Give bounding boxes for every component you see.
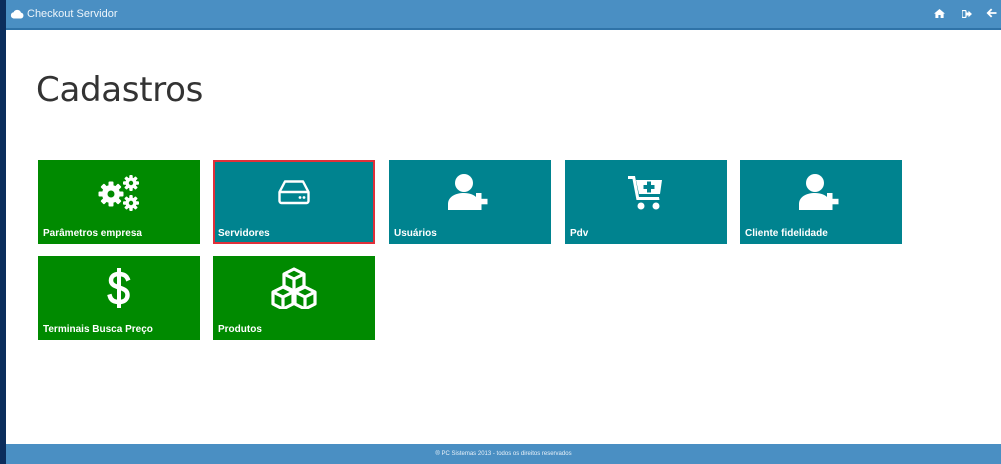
tile-label: Pdv: [570, 228, 589, 239]
user-plus-icon: [389, 172, 551, 212]
back-button[interactable]: [981, 0, 1001, 29]
gears-icon: [38, 172, 200, 212]
tile-label: Parâmetros empresa: [43, 228, 142, 239]
top-navbar: Checkout Servidor: [6, 0, 1001, 30]
tile-label: Cliente fidelidade: [745, 228, 828, 239]
dollar-icon: [38, 268, 200, 308]
cart-plus-icon: [565, 172, 727, 212]
page-title: Cadastros: [36, 70, 204, 110]
cubes-icon: [213, 267, 375, 309]
user-plus-icon: [740, 172, 902, 212]
app-title: Checkout Servidor: [27, 8, 118, 20]
tile-label: Produtos: [218, 324, 262, 335]
app-window: Checkout Servidor Cadastros Parâmetros e…: [0, 0, 1001, 464]
footer-copyright: ® PC Sistemas 2013 - todos os direitos r…: [435, 451, 572, 457]
cloud-icon: [10, 9, 24, 19]
tile-cliente-fidelidade[interactable]: Cliente fidelidade: [740, 160, 902, 244]
tile-terminais-busca-preco[interactable]: Terminais Busca Preço: [38, 256, 200, 340]
arrow-left-icon: [986, 5, 997, 23]
tile-usuarios[interactable]: Usuários: [389, 160, 551, 244]
tile-label: Terminais Busca Preço: [43, 324, 153, 335]
tile-servidores[interactable]: Servidores: [213, 160, 375, 244]
app-brand-link[interactable]: Checkout Servidor: [6, 8, 118, 20]
hard-drive-icon: [215, 172, 373, 212]
logout-icon: [961, 5, 972, 23]
home-icon: [933, 5, 945, 23]
tile-produtos[interactable]: Produtos: [213, 256, 375, 340]
footer: ® PC Sistemas 2013 - todos os direitos r…: [6, 444, 1001, 464]
tile-label: Servidores: [218, 228, 270, 239]
tile-label: Usuários: [394, 228, 437, 239]
tile-parametros-empresa[interactable]: Parâmetros empresa: [38, 160, 200, 244]
tile-pdv[interactable]: Pdv: [565, 160, 727, 244]
logout-button[interactable]: [953, 0, 981, 29]
home-button[interactable]: [925, 0, 953, 29]
